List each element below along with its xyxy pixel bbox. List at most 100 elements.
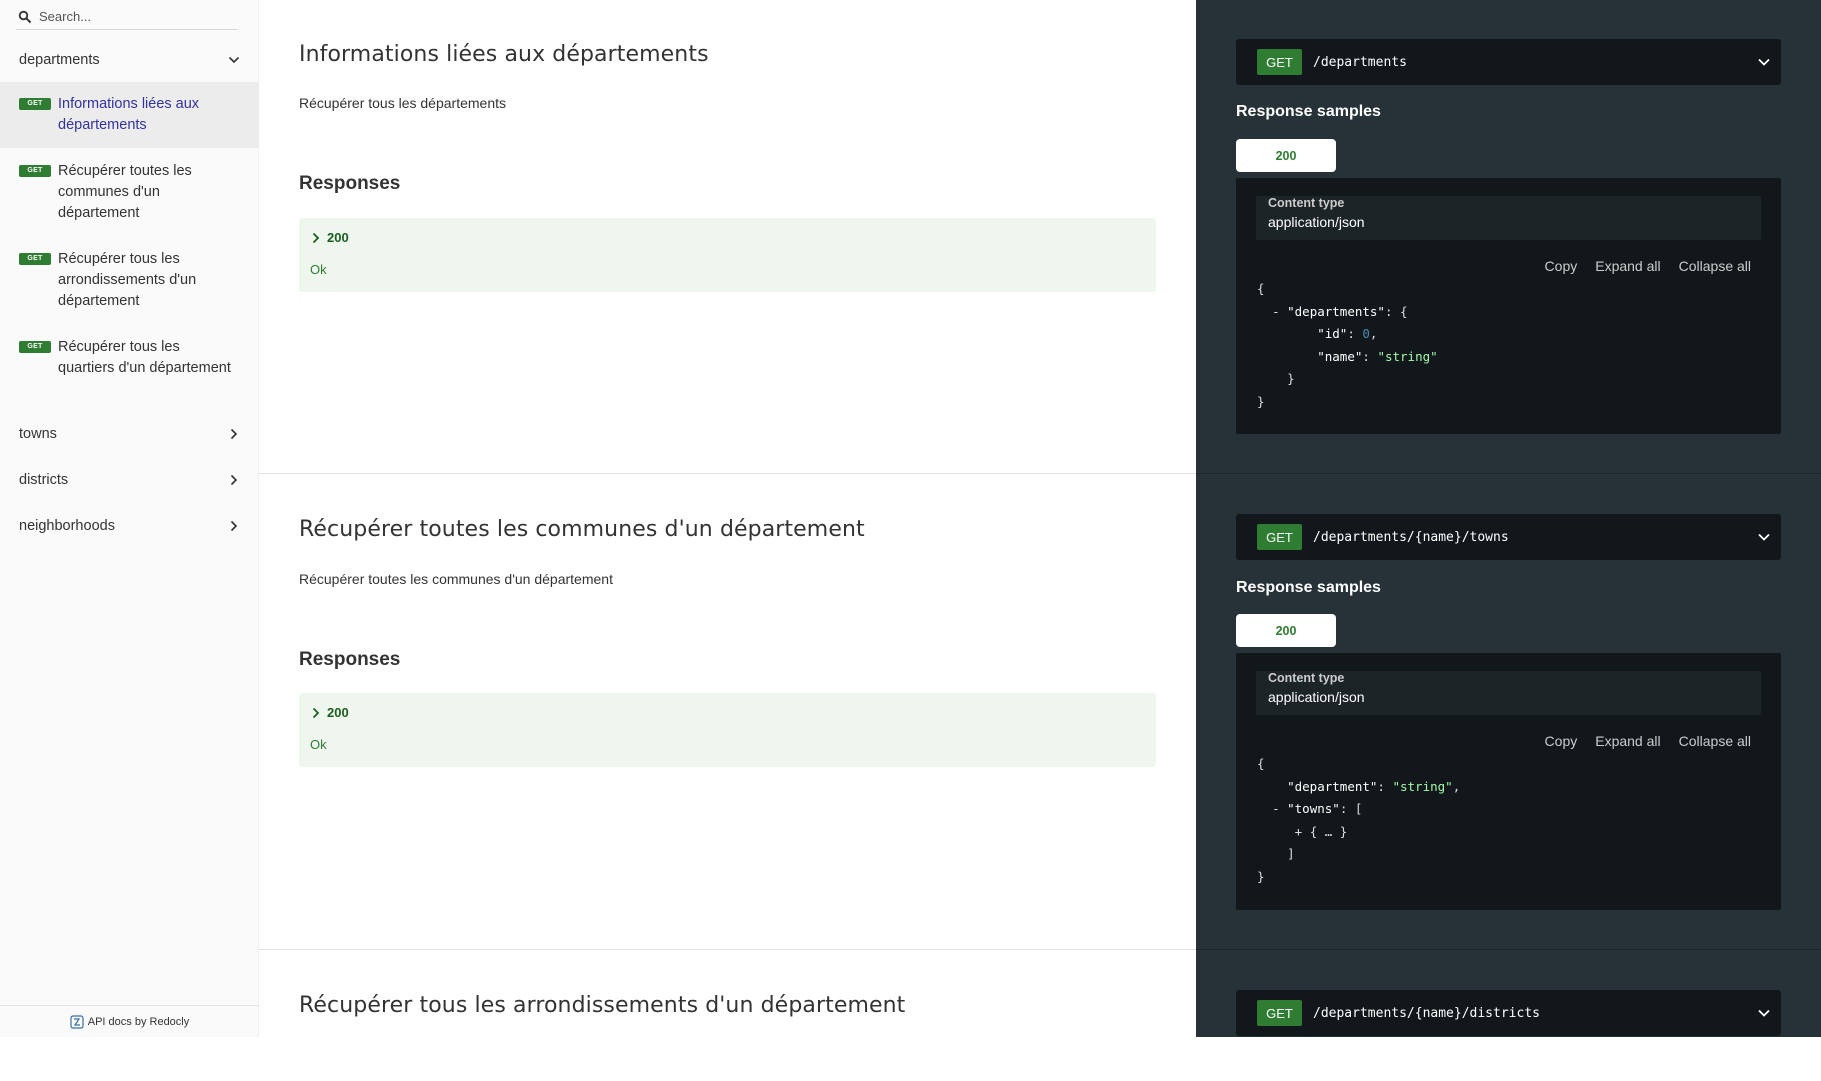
content-type-label: Content type xyxy=(1268,196,1345,210)
operation-description: Récupérer toutes les communes d'un dépar… xyxy=(299,571,613,587)
sample-box: Content type application/json Copy Expan… xyxy=(1236,178,1781,434)
sidebar-group-departments[interactable]: departments xyxy=(0,37,259,83)
content-type-box[interactable]: Content type application/json xyxy=(1256,671,1761,715)
endpoint-bar[interactable]: GET /departments/{name}/districts xyxy=(1236,990,1781,1036)
sidebar-group-label: departments xyxy=(19,52,100,68)
chevron-right-icon xyxy=(311,707,321,719)
redocly-link[interactable]: API docs by Redocly xyxy=(0,1005,259,1037)
sidebar-item-arrondissements[interactable]: GET Récupérer tous les arrondissements d… xyxy=(0,237,259,324)
sidebar-group-towns[interactable]: towns xyxy=(0,411,259,457)
operation-description: Récupérer tous les départements xyxy=(299,95,506,111)
json-brace: } xyxy=(1257,868,1265,884)
json-brace: } xyxy=(1257,393,1265,409)
json-punct: : xyxy=(1362,348,1370,364)
operation-title: Récupérer toutes les communes d'un dépar… xyxy=(299,517,865,542)
sidebar-item-label: Récupérer tous les quartiers d'un départ… xyxy=(58,339,231,376)
response-samples-title: Response samples xyxy=(1236,103,1381,120)
sidebar-group-districts[interactable]: districts xyxy=(0,457,259,503)
sidebar-item-label: Récupérer toutes les communes d'un dépar… xyxy=(58,163,192,221)
endpoint-bar[interactable]: GET /departments/{name}/towns xyxy=(1236,514,1781,560)
json-key: "id" xyxy=(1317,326,1348,341)
chevron-right-icon xyxy=(228,474,240,486)
get-badge: GET xyxy=(19,253,51,265)
collapse-toggle[interactable]: - xyxy=(1272,801,1280,816)
content-type-label: Content type xyxy=(1268,671,1345,685)
operation-title: Récupérer tous les arrondissements d'un … xyxy=(299,993,906,1018)
sidebar-group-label: districts xyxy=(19,472,69,488)
json-punct: , xyxy=(1452,778,1461,794)
response-description: Ok xyxy=(310,262,327,277)
response-200[interactable]: 200 Ok xyxy=(299,218,1156,292)
sidebar-group-neighborhoods[interactable]: neighborhoods xyxy=(0,503,259,549)
json-brace: { xyxy=(1257,281,1265,296)
response-description: Ok xyxy=(310,737,327,752)
collapse-all-button[interactable]: Collapse all xyxy=(1679,258,1751,274)
sidebar-group-label: neighborhoods xyxy=(19,518,115,534)
sidebar-item-label: Informations liées aux départements xyxy=(58,96,200,133)
content-type-value: application/json xyxy=(1268,689,1365,705)
expand-toggle[interactable]: + xyxy=(1295,824,1303,839)
code-actions: Copy Expand all Collapse all xyxy=(1545,733,1751,749)
get-badge: GET xyxy=(19,341,51,353)
json-brace: { xyxy=(1257,756,1265,771)
operation-title: Informations liées aux départements xyxy=(299,42,709,67)
json-key: "towns" xyxy=(1287,801,1340,816)
expand-all-button[interactable]: Expand all xyxy=(1595,258,1660,274)
panel-divider xyxy=(1196,949,1821,950)
search-input[interactable] xyxy=(39,9,229,24)
response-code: 200 xyxy=(311,705,349,720)
sidebar: departments GET Informations liées aux d… xyxy=(0,0,259,1037)
json-string: "string" xyxy=(1392,778,1453,794)
redocly-logo-icon xyxy=(70,1014,84,1029)
collapsed-object[interactable]: { … } xyxy=(1310,824,1348,839)
json-punct: : { xyxy=(1384,303,1408,319)
panel-divider xyxy=(1196,473,1821,474)
endpoint-path: /departments/{name}/towns xyxy=(1313,529,1509,545)
json-brace: } xyxy=(1287,371,1295,386)
http-method-badge: GET xyxy=(1257,1000,1302,1026)
redocly-label: API docs by Redocly xyxy=(87,1015,190,1028)
search-box[interactable] xyxy=(16,4,238,30)
response-code: 200 xyxy=(311,230,349,245)
tab-200[interactable]: 200 xyxy=(1236,139,1336,172)
json-punct: : xyxy=(1377,778,1385,794)
collapse-toggle[interactable]: - xyxy=(1272,304,1280,319)
json-key: "departments" xyxy=(1287,303,1385,319)
json-punct: , xyxy=(1369,326,1378,341)
search-icon xyxy=(18,10,32,24)
responses-heading: Responses xyxy=(299,173,401,194)
endpoint-path: /departments/{name}/districts xyxy=(1313,1005,1540,1021)
get-badge: GET xyxy=(19,165,51,177)
code-actions: Copy Expand all Collapse all xyxy=(1545,258,1751,274)
tab-200[interactable]: 200 xyxy=(1236,614,1336,647)
chevron-down-icon xyxy=(1757,530,1771,544)
right-panel: GET /departments Response samples 200 Co… xyxy=(1196,0,1821,1037)
expand-all-button[interactable]: Expand all xyxy=(1595,733,1660,749)
chevron-down-icon xyxy=(1757,1006,1771,1020)
http-method-badge: GET xyxy=(1257,49,1302,75)
collapse-all-button[interactable]: Collapse all xyxy=(1679,733,1751,749)
chevron-down-icon xyxy=(228,54,240,66)
sidebar-group-label: towns xyxy=(19,426,57,442)
sidebar-item-informations-departements[interactable]: GET Informations liées aux départements xyxy=(0,82,259,148)
endpoint-path: /departments xyxy=(1313,54,1407,70)
json-punct: : xyxy=(1347,326,1355,341)
chevron-down-icon xyxy=(1757,55,1771,69)
json-sample: { - "departments": { "id": 0, "name": "s… xyxy=(1257,278,1438,413)
endpoint-bar[interactable]: GET /departments xyxy=(1236,39,1781,85)
copy-button[interactable]: Copy xyxy=(1545,258,1578,274)
chevron-right-icon xyxy=(228,520,240,532)
http-method-badge: GET xyxy=(1257,524,1302,550)
copy-button[interactable]: Copy xyxy=(1545,733,1578,749)
json-sample: { "department": "string", - "towns": [ +… xyxy=(1257,753,1460,888)
chevron-right-icon xyxy=(228,428,240,440)
get-badge: GET xyxy=(19,98,51,110)
main-content: Informations liées aux départements Récu… xyxy=(259,0,1196,1037)
response-200[interactable]: 200 Ok xyxy=(299,693,1156,767)
json-string: "string" xyxy=(1377,348,1438,364)
sidebar-item-communes[interactable]: GET Récupérer toutes les communes d'un d… xyxy=(0,149,259,236)
content-type-box[interactable]: Content type application/json xyxy=(1256,196,1761,240)
json-punct: : [ xyxy=(1339,801,1363,816)
json-bracket: ] xyxy=(1287,846,1295,861)
sidebar-item-quartiers[interactable]: GET Récupérer tous les quartiers d'un dé… xyxy=(0,325,259,391)
